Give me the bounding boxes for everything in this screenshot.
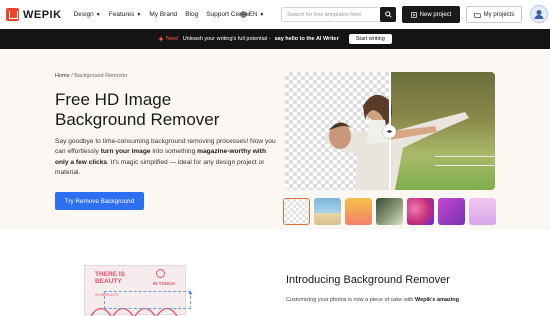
thumbnail-room[interactable] xyxy=(376,198,403,225)
new-project-label: New project xyxy=(419,11,452,18)
desc-text: into something xyxy=(150,148,198,156)
selection-box xyxy=(104,291,191,309)
thumbnail-beach[interactable] xyxy=(314,198,341,225)
new-label: New! xyxy=(166,36,179,42)
card-headline: THERE IS BEAUTY xyxy=(95,271,145,285)
menu-item-my-brand[interactable]: My Brand xyxy=(149,11,177,18)
new-project-button[interactable]: New project xyxy=(402,6,460,23)
brand-logo[interactable]: WEPIK xyxy=(6,8,62,21)
chevron-down-icon: ▼ xyxy=(95,11,101,18)
search-icon xyxy=(384,11,392,18)
banner-bold-text: say hello to the AI Writer xyxy=(274,36,339,42)
section-intro: Customizing your photos is now a piece o… xyxy=(286,297,459,303)
hero-description: Say goodbye to time-consuming background… xyxy=(55,137,277,179)
language-label: EN xyxy=(249,11,258,18)
section-title: Introducing Background Remover xyxy=(286,274,450,286)
brand-name: WEPIK xyxy=(23,8,62,21)
avatar[interactable] xyxy=(530,5,548,23)
card-line1: THERE IS xyxy=(95,271,125,278)
my-projects-label: My projects xyxy=(483,11,515,18)
arrows-horizontal-icon: ◂▸ xyxy=(386,129,393,135)
main-menu: Design ▼ Features ▼ My Brand Blog Support … xyxy=(74,11,251,18)
before-after-comparison[interactable]: ◂▸ xyxy=(285,72,495,190)
background-options xyxy=(283,198,498,227)
intro-bold: Wepik's amazing xyxy=(415,297,460,303)
card-badge: IN TOUCH xyxy=(153,281,175,286)
chevron-down-icon: ▼ xyxy=(259,11,265,18)
wepik-logo-icon xyxy=(6,8,19,21)
menu-item-features[interactable]: Features ▼ xyxy=(109,11,142,18)
intro-text: Customizing your photos is now a piece o… xyxy=(286,297,414,303)
thumbnail-violet-gradient[interactable] xyxy=(438,198,465,225)
thumbnail-sunset-gradient[interactable] xyxy=(345,198,372,225)
globe-icon xyxy=(240,11,247,18)
breadcrumb-current: Background Remover xyxy=(74,73,128,79)
thumbnail-transparent[interactable] xyxy=(283,198,310,225)
search-button[interactable] xyxy=(380,7,396,22)
try-remove-background-button[interactable]: Try Remove Background xyxy=(55,192,144,210)
breadcrumb-home[interactable]: Home xyxy=(55,73,70,79)
menu-item-blog[interactable]: Blog xyxy=(185,11,198,18)
announcement-banner: New! Unleash your writing's full potenti… xyxy=(0,29,550,49)
desc-bold: turn your image xyxy=(100,148,151,156)
thumbnail-abstract-pink[interactable] xyxy=(407,198,434,225)
cursor-icon xyxy=(188,291,193,296)
thumbnail-lilac-gradient[interactable] xyxy=(469,198,496,225)
new-badge: New! xyxy=(158,36,179,42)
page-title: Free HD Image Background Remover xyxy=(55,90,220,129)
comparison-slider-handle[interactable]: ◂▸ xyxy=(383,125,396,138)
start-writing-button[interactable]: Start writing xyxy=(348,34,392,44)
breadcrumb: Home / Background Remover xyxy=(55,73,127,79)
menu-label: Design xyxy=(73,11,94,18)
my-projects-button[interactable]: My projects xyxy=(466,6,522,23)
card-logo-icon xyxy=(156,269,165,278)
chevron-down-icon: ▼ xyxy=(136,11,142,18)
plus-square-icon xyxy=(410,11,417,18)
card-line2: BEAUTY xyxy=(95,278,122,285)
search-input[interactable]: Search for free templates here xyxy=(281,7,396,22)
menu-item-design[interactable]: Design ▼ xyxy=(74,11,101,18)
language-selector[interactable]: EN ▼ xyxy=(240,11,264,18)
user-avatar-icon xyxy=(534,10,544,19)
folder-icon xyxy=(473,12,481,18)
menu-label: Features xyxy=(108,11,135,18)
sparkle-icon xyxy=(158,36,165,42)
banner-text: Unleash your writing's full potential - xyxy=(182,36,271,42)
